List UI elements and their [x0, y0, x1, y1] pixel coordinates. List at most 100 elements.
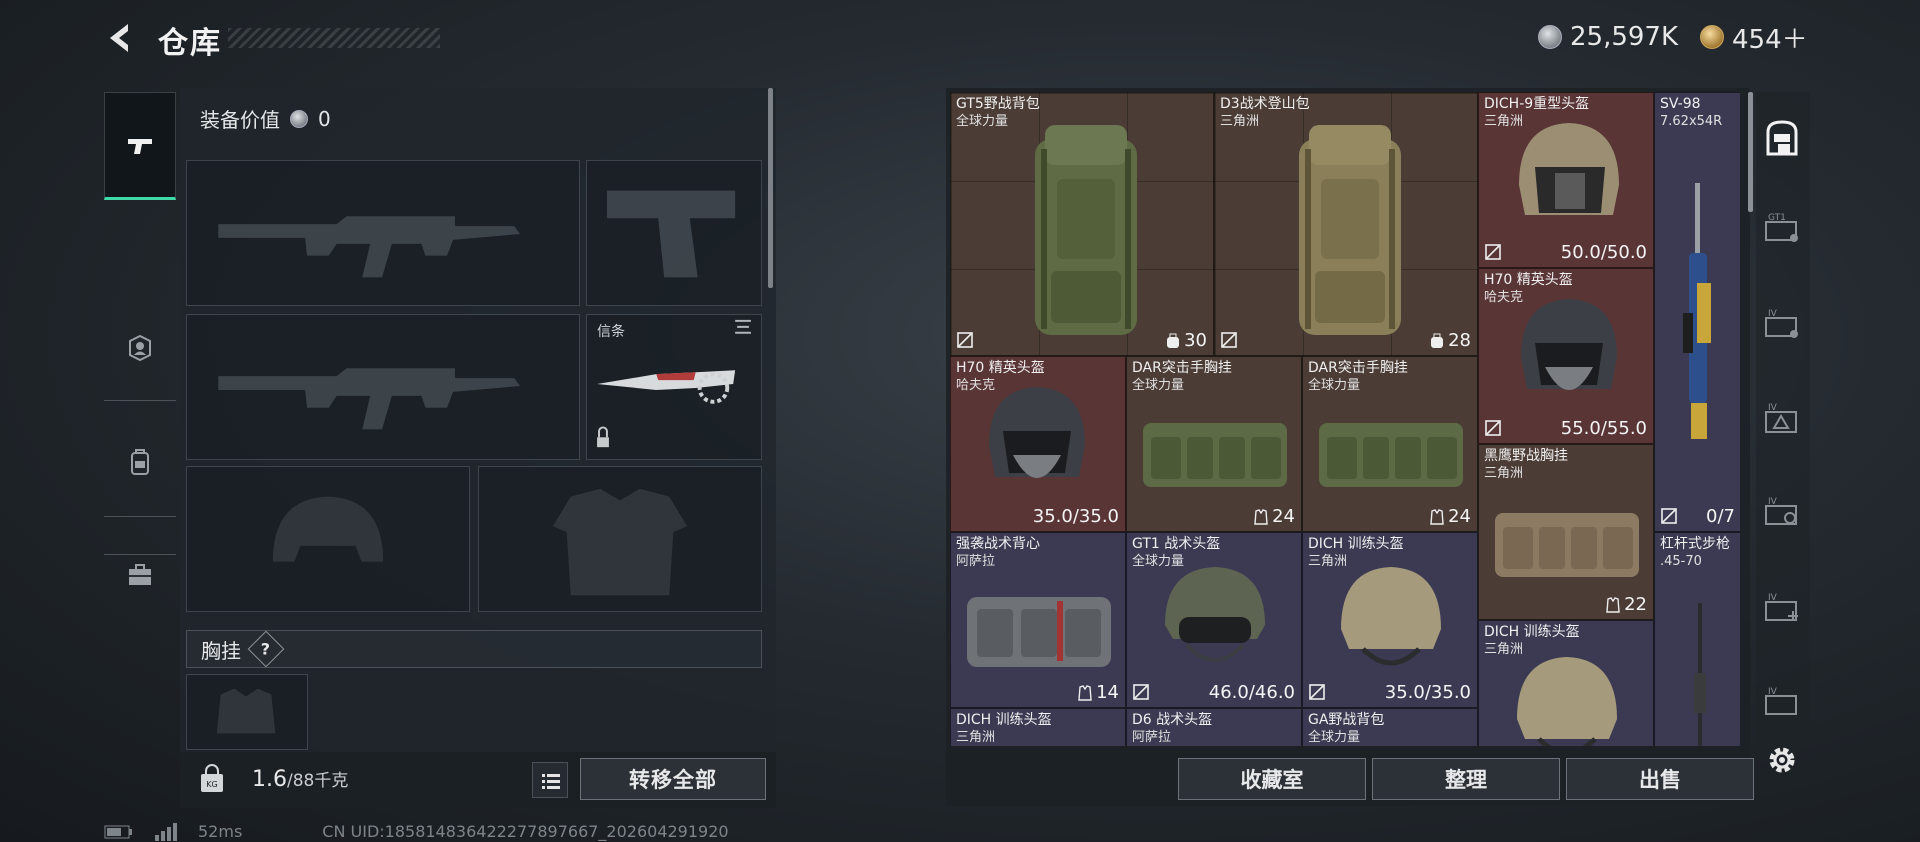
helmet-art [989, 387, 1085, 478]
warehouse-item[interactable]: H70 精英头盔 哈夫克 35.0/35.0 [950, 356, 1126, 532]
item-stat: 50.0/50.0 [1560, 242, 1647, 263]
warehouse-item[interactable]: DICH 训练头盔 三角洲 [950, 708, 1126, 746]
backpack-art [1299, 125, 1401, 335]
item-subtitle: .45-70 [1660, 554, 1702, 569]
svg-text:KG: KG [206, 780, 217, 789]
transfer-all-button[interactable]: 转移全部 [580, 758, 766, 800]
item-subtitle: 三角洲 [1484, 466, 1524, 481]
warehouse-item[interactable]: GA野战背包 全球力量 [1302, 708, 1478, 746]
chest-rig-art [1143, 423, 1287, 487]
warehouse-item[interactable]: DICH 训练头盔 三角洲 [1478, 620, 1654, 746]
helmet-art [1165, 567, 1265, 662]
gold-currency[interactable]: 454＋ [1700, 18, 1808, 56]
chest-rig-header[interactable]: 胸挂 ? [186, 630, 762, 668]
warehouse-item[interactable]: GT1 战术头盔 全球力量 46.0/46.0 [1126, 532, 1302, 708]
weight-icon: KG [201, 764, 223, 792]
warehouse-item[interactable]: D3战术登山包 三角洲 28 [1214, 92, 1478, 356]
list-view-button[interactable] [532, 762, 568, 798]
collection-room-button[interactable]: 收藏室 [1178, 758, 1366, 800]
tactical-vest-art [967, 597, 1111, 667]
equipment-footer: KG 1.6/88千克 转移全部 [180, 752, 776, 808]
equipment-value: 装备价值 0 [200, 104, 331, 133]
svg-text:IV: IV [1768, 687, 1778, 697]
battery-icon [104, 825, 132, 838]
equipment-nav [104, 84, 176, 585]
item-subtitle: 阿萨拉 [956, 554, 996, 569]
nav-character[interactable] [104, 294, 176, 402]
warehouse-grid: GT5野战背包 全球力量 30 D3战术登山包 三角洲 28 DICH-9重型头… [950, 92, 1740, 746]
warehouse-item[interactable]: 杠杆式步枪 .45-70 [1654, 532, 1740, 746]
case-iv-icon[interactable]: IV [1762, 492, 1802, 532]
warehouse-item[interactable]: SV-98 7.62x54R 0/7 [1654, 92, 1740, 532]
silver-currency[interactable]: 25,597K [1538, 18, 1678, 56]
sort-button[interactable]: 整理 [1372, 758, 1560, 800]
warehouse-item[interactable]: 强袭战术背心 阿萨拉 14 [950, 532, 1126, 708]
nav-weapons[interactable] [104, 92, 176, 200]
pistol-slot[interactable] [586, 160, 762, 306]
equipment-scrollbar[interactable] [768, 88, 773, 288]
sell-button[interactable]: 出售 [1566, 758, 1754, 800]
chest-rig-label: 胸挂 [201, 638, 241, 663]
gear-icon[interactable] [1764, 742, 1800, 778]
melee-slot[interactable]: 信条 [586, 314, 762, 460]
vest-capacity-icon [1254, 508, 1268, 525]
character-icon [129, 334, 151, 362]
no-insurance-icon [1309, 684, 1325, 700]
primary-weapon-slot[interactable] [186, 160, 580, 306]
warehouse-item[interactable]: DICH 训练头盔 三角洲 35.0/35.0 [1302, 532, 1478, 708]
svg-text:IV: IV [1768, 403, 1778, 413]
page-title: 仓库 [158, 26, 222, 61]
item-stat: 0/7 [1706, 506, 1735, 527]
warehouse-item[interactable]: DAR突击手胸挂 全球力量 24 [1302, 356, 1478, 532]
nav-backpack[interactable] [104, 408, 176, 516]
helmet-art [1521, 299, 1617, 390]
case-iv-icon[interactable]: IV [1762, 588, 1802, 628]
helmet-slot[interactable] [186, 466, 470, 612]
sniper-rifle-art [1683, 183, 1711, 439]
warehouse-home-icon[interactable] [1762, 118, 1802, 158]
warehouse-item[interactable]: 黑鹰野战胸挂 三角洲 22 [1478, 444, 1654, 620]
case-iv-icon[interactable]: IV [1762, 682, 1802, 722]
item-name: 强袭战术背心 [956, 536, 1040, 552]
armor-slot[interactable] [478, 466, 762, 612]
case-iv-icon[interactable]: IV [1762, 398, 1802, 438]
warehouse-item[interactable]: DAR突击手胸挂 全球力量 24 [1126, 356, 1302, 532]
pistol-icon [128, 139, 152, 154]
chest-rig-slot[interactable] [186, 674, 308, 750]
equipment-value-label: 装备价值 [200, 108, 280, 132]
case-iv-icon[interactable]: IV [1762, 304, 1802, 344]
item-subtitle: 全球力量 [1308, 730, 1361, 745]
case-gt1-icon[interactable]: GT1 [1762, 208, 1802, 248]
warehouse-item[interactable]: H70 精英头盔 哈夫克 55.0/55.0 [1478, 268, 1654, 444]
item-name: DICH 训练头盔 [956, 712, 1052, 728]
no-insurance-icon [1485, 244, 1501, 260]
warehouse-item[interactable]: GT5野战背包 全球力量 30 [950, 92, 1214, 356]
vest-capacity-icon [1606, 596, 1620, 613]
vest-capacity-icon [1430, 508, 1444, 525]
warehouse-item[interactable]: DICH-9重型头盔 三角洲 50.0/50.0 [1478, 92, 1654, 268]
warehouse-item[interactable]: D6 战术头盔 阿萨拉 [1126, 708, 1302, 746]
helmet-art [1519, 123, 1619, 215]
capacity-icon [1431, 333, 1444, 348]
item-subtitle: 全球力量 [1132, 378, 1185, 393]
help-icon[interactable]: ? [247, 630, 285, 668]
warehouse-scrollbar[interactable] [1748, 92, 1753, 212]
back-arrow-icon[interactable] [100, 18, 140, 58]
svg-text:IV: IV [1768, 309, 1778, 319]
secondary-weapon-slot[interactable] [186, 314, 580, 460]
item-stat: 14 [1078, 682, 1119, 703]
title-stripe-decoration [228, 28, 440, 48]
chest-rig-silhouette-icon [216, 688, 276, 734]
helmet-silhouette-icon [272, 496, 384, 562]
no-insurance-icon [1221, 332, 1237, 348]
item-subtitle: 三角洲 [956, 730, 996, 745]
rifle-silhouette-icon [218, 368, 521, 430]
item-stat: 35.0/35.0 [1032, 506, 1119, 527]
helmet-art [1341, 567, 1441, 666]
gold-coin-icon [1700, 25, 1724, 49]
current-weight: 1.6 [252, 767, 287, 792]
backpack-art [1035, 125, 1137, 335]
knife-item [597, 319, 751, 448]
chest-rig-art [1495, 513, 1639, 577]
nav-toolbox[interactable] [104, 520, 176, 628]
